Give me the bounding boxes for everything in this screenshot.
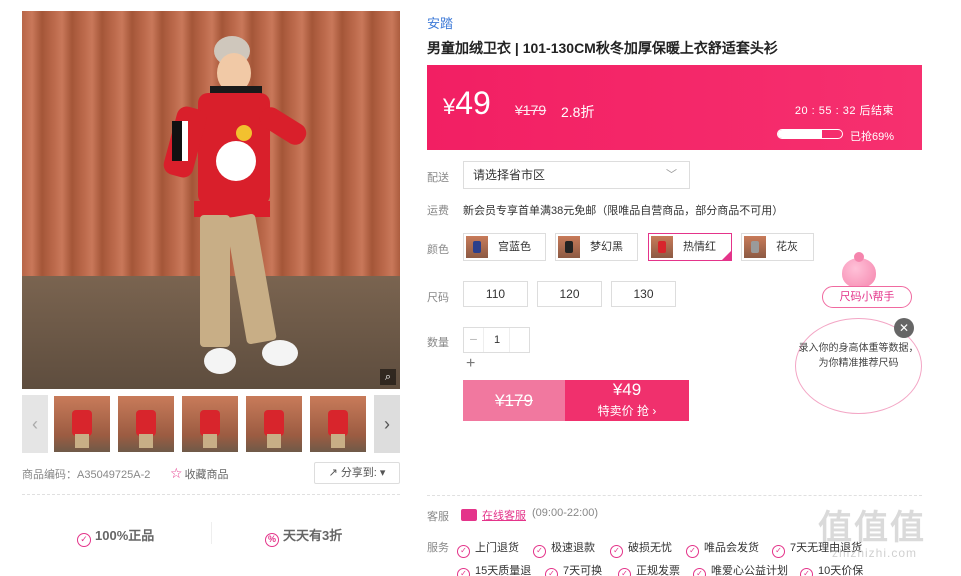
quantity-input[interactable]: 1 <box>484 328 510 352</box>
shipping-text: 新会员专享首单满38元免邮（限唯品自营商品，部分商品不可用） <box>463 205 784 217</box>
thumbnail-5[interactable] <box>310 396 366 452</box>
size-option-110[interactable]: 110 <box>463 281 528 307</box>
main-product-image[interactable]: ⌕ <box>22 11 400 389</box>
service-item: ✓ 上门退货 <box>457 539 519 558</box>
color-label: 颜色 <box>427 244 449 256</box>
services-label: 服务 <box>427 542 449 554</box>
buy-cta: 特卖价 抢 › <box>597 404 657 418</box>
chat-icon <box>461 509 477 521</box>
mascot-icon <box>842 252 876 288</box>
service-item: ✓ 唯品会发货 <box>686 539 759 558</box>
brand-link[interactable]: 安踏 <box>427 13 453 32</box>
service-item: ✓ 7天可换 <box>545 562 602 576</box>
service-item: ✓ 破损无忧 <box>610 539 672 558</box>
original-price: ¥179 <box>515 102 547 118</box>
service-item: ✓ 10天价保 <box>800 562 863 576</box>
service-item: ✓ 唯爱心公益计划 <box>693 562 788 576</box>
color-option-red[interactable]: 热情红 <box>648 233 732 261</box>
discount-guarantee: % 天天有3折 <box>265 525 342 547</box>
countdown-timer: 20 : 55 : 32 后结束 <box>794 105 894 117</box>
thumbnail-2[interactable] <box>118 396 174 452</box>
color-option-grey[interactable]: 花灰 <box>741 233 814 261</box>
authentic-guarantee: ✓ 100%正品 <box>77 525 154 547</box>
thumbnail-3[interactable] <box>182 396 238 452</box>
quantity-minus-button[interactable]: − <box>464 328 484 352</box>
thumbnail-strip: ‹ › <box>22 395 400 453</box>
service-item: ✓ 正规发票 <box>618 562 680 576</box>
color-option-blue[interactable]: 宫蓝色 <box>463 233 546 261</box>
sale-price: ¥49 <box>443 85 491 121</box>
shipping-label: 运费 <box>427 205 449 217</box>
watermark: 值值值 <box>818 509 926 547</box>
quantity-stepper: − 1 <box>463 327 530 353</box>
star-icon: ☆ <box>170 465 183 481</box>
chevron-down-icon: ﹀ <box>666 169 677 181</box>
share-button[interactable]: ↗ 分享到: ▾ <box>314 462 400 484</box>
quantity-plus-area[interactable] <box>509 328 529 352</box>
thumb-next-arrow-icon[interactable]: › <box>374 395 400 453</box>
size-option-130[interactable]: 130 <box>611 281 676 307</box>
product-meta-row: 商品编码：A35049725A-2 ☆ 收藏商品 ↗ 分享到: ▾ <box>22 462 400 484</box>
buy-now-button[interactable]: ¥49 特卖价 抢 › <box>565 380 689 421</box>
divider <box>211 522 212 544</box>
buy-price: ¥49 <box>612 380 642 399</box>
service-item: ✓ 极速退款 <box>533 539 595 558</box>
online-service-link[interactable]: 在线客服 <box>482 507 526 523</box>
original-price-button[interactable]: ¥179 <box>463 380 565 421</box>
delivery-label: 配送 <box>427 172 449 184</box>
price-banner: ¥49 ¥179 2.8折 20 : 55 : 32 后结束 已抢69% <box>427 65 922 150</box>
divider <box>22 494 400 495</box>
divider <box>427 495 922 496</box>
sold-progress-text: 已抢69% <box>849 131 894 143</box>
size-option-120[interactable]: 120 <box>537 281 602 307</box>
sku-code: 商品编码：A35049725A-2 <box>22 469 151 481</box>
close-icon[interactable]: ✕ <box>894 318 914 338</box>
shield-icon: ✓ <box>77 533 91 547</box>
product-title: 男童加绒卫衣 | 101-130CM秋冬加厚保暖上衣舒适套头衫 <box>427 40 778 56</box>
thumbnail-4[interactable] <box>246 396 302 452</box>
size-label: 尺码 <box>427 292 449 304</box>
thumbnail-1[interactable] <box>54 396 110 452</box>
discount-rate: 2.8折 <box>561 104 595 120</box>
sold-progress-bar <box>777 129 843 139</box>
customer-service-label: 客服 <box>427 511 449 523</box>
watermark-url: zhizhizhi.com <box>832 546 918 560</box>
service-item: ✓ 15天质量退 <box>457 562 531 576</box>
quantity-label: 数量 <box>427 337 449 349</box>
color-option-black[interactable]: 梦幻黑 <box>555 233 638 261</box>
thumb-prev-arrow-icon[interactable]: ‹ <box>22 395 48 453</box>
percent-icon: % <box>265 533 279 547</box>
region-select[interactable]: 请选择省市区 ﹀ <box>463 161 690 189</box>
service-hours: (09:00-22:00) <box>532 507 599 519</box>
size-helper-tag[interactable]: 尺码小帮手 <box>822 286 912 308</box>
quantity-plus-button[interactable]: + <box>466 355 475 373</box>
zoom-icon[interactable]: ⌕ <box>380 369 396 385</box>
product-model-figure <box>163 36 307 374</box>
favorite-link[interactable]: ☆ 收藏商品 <box>170 465 229 482</box>
